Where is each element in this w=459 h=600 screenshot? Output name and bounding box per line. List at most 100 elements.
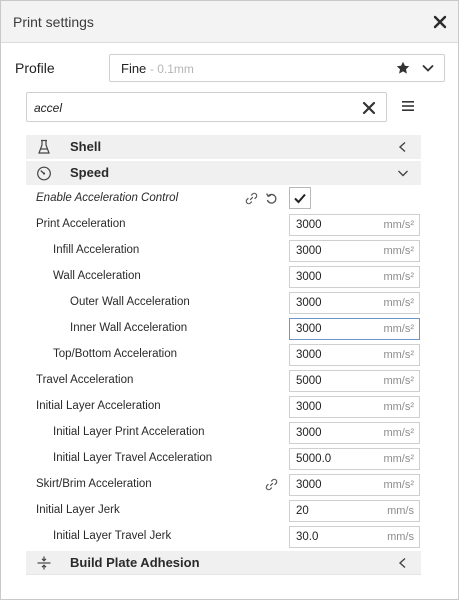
setting-label: Wall Acceleration [53, 270, 141, 282]
setting-label: Print Acceleration [36, 218, 126, 230]
field-unit: mm/s² [383, 453, 414, 465]
initial-layer-acceleration-input[interactable]: 3000 mm/s² [289, 396, 420, 418]
speed-icon [37, 166, 51, 181]
print-settings-panel: Print settings Profile Fine - 0.1mm acce… [0, 0, 459, 600]
setting-outer-wall-acceleration: Outer Wall Acceleration 3000 mm/s² [26, 290, 421, 316]
field-value: 3000 [296, 427, 322, 439]
setting-label: Outer Wall Acceleration [70, 296, 190, 308]
field-unit: mm/s² [383, 297, 414, 309]
category-shell-label: Shell [70, 139, 102, 154]
shell-icon [38, 139, 50, 154]
setting-label: Inner Wall Acceleration [70, 322, 188, 334]
field-value: 3000 [296, 219, 322, 231]
enable-acceleration-checkbox[interactable] [289, 187, 311, 209]
setting-label: Initial Layer Print Acceleration [53, 426, 205, 438]
skirt-brim-acceleration-input[interactable]: 3000 mm/s² [289, 474, 420, 496]
field-value: 3000 [296, 401, 322, 413]
category-build-plate-adhesion-label: Build Plate Adhesion [70, 555, 200, 570]
star-icon[interactable] [396, 61, 410, 75]
field-unit: mm/s [387, 505, 414, 517]
profile-name: Fine [121, 61, 147, 76]
setting-initial-layer-acceleration: Initial Layer Acceleration 3000 mm/s² [26, 394, 421, 420]
field-value: 3000 [296, 349, 322, 361]
setting-infill-acceleration: Infill Acceleration 3000 mm/s² [26, 238, 421, 264]
initial-layer-print-acceleration-input[interactable]: 3000 mm/s² [289, 422, 420, 444]
field-unit: mm/s² [383, 245, 414, 257]
field-unit: mm/s² [383, 323, 414, 335]
top-bottom-acceleration-input[interactable]: 3000 mm/s² [289, 344, 420, 366]
setting-label: Initial Layer Acceleration [36, 400, 161, 412]
field-unit: mm/s [387, 531, 414, 543]
profile-value: Fine - 0.1mm [121, 61, 194, 76]
chevron-down-icon[interactable] [397, 167, 409, 179]
search-input[interactable]: accel [26, 92, 387, 122]
outer-wall-acceleration-input[interactable]: 3000 mm/s² [289, 292, 420, 314]
field-value: 3000 [296, 323, 322, 335]
wall-acceleration-input[interactable]: 3000 mm/s² [289, 266, 420, 288]
setting-enable-acceleration-control: Enable Acceleration Control [26, 186, 421, 212]
setting-initial-layer-travel-jerk: Initial Layer Travel Jerk 30.0 mm/s [26, 524, 421, 550]
setting-label: Skirt/Brim Acceleration [36, 478, 152, 490]
divider [26, 574, 421, 575]
field-unit: mm/s² [383, 479, 414, 491]
initial-layer-jerk-input[interactable]: 20 mm/s [289, 500, 420, 522]
setting-wall-acceleration: Wall Acceleration 3000 mm/s² [26, 264, 421, 290]
field-value: 3000 [296, 479, 322, 491]
field-unit: mm/s² [383, 375, 414, 387]
reset-icon[interactable] [265, 192, 278, 205]
category-speed[interactable]: Speed [26, 161, 421, 185]
title-bar: Print settings [1, 1, 458, 43]
close-icon[interactable] [431, 13, 449, 31]
setting-initial-layer-jerk: Initial Layer Jerk 20 mm/s [26, 498, 421, 524]
field-value: 5000 [296, 375, 322, 387]
category-shell[interactable]: Shell [26, 135, 421, 159]
category-speed-label: Speed [70, 165, 110, 180]
field-unit: mm/s² [383, 401, 414, 413]
profile-label: Profile [15, 60, 55, 76]
inner-wall-acceleration-input[interactable]: 3000 mm/s² [289, 318, 420, 340]
chevron-left-icon[interactable] [397, 557, 409, 569]
setting-label: Initial Layer Jerk [36, 504, 120, 516]
panel-title: Print settings [13, 14, 94, 30]
chevron-left-icon[interactable] [397, 141, 409, 153]
chevron-down-icon[interactable] [422, 63, 434, 73]
field-unit: mm/s² [383, 427, 414, 439]
field-value: 3000 [296, 271, 322, 283]
field-value: 20 [296, 505, 309, 517]
field-value: 5000.0 [296, 453, 332, 465]
search-value: accel [34, 101, 63, 115]
setting-print-acceleration: Print Acceleration 3000 mm/s² [26, 212, 421, 238]
profile-dropdown[interactable]: Fine - 0.1mm [109, 54, 445, 82]
field-unit: mm/s² [383, 271, 414, 283]
infill-acceleration-input[interactable]: 3000 mm/s² [289, 240, 420, 262]
setting-label: Enable Acceleration Control [36, 192, 179, 204]
field-value: 3000 [296, 245, 322, 257]
category-build-plate-adhesion[interactable]: Build Plate Adhesion [26, 551, 421, 575]
setting-label: Infill Acceleration [53, 244, 140, 256]
link-icon[interactable] [245, 192, 258, 205]
field-unit: mm/s² [383, 219, 414, 231]
profile-layer-height: - 0.1mm [149, 62, 194, 76]
setting-label: Travel Acceleration [36, 374, 134, 386]
clear-search-icon[interactable] [362, 101, 376, 115]
setting-initial-layer-print-acceleration: Initial Layer Print Acceleration 3000 mm… [26, 420, 421, 446]
setting-skirt-brim-acceleration: Skirt/Brim Acceleration 3000 mm/s² [26, 472, 421, 498]
setting-initial-layer-travel-acceleration: Initial Layer Travel Acceleration 5000.0… [26, 446, 421, 472]
setting-label: Top/Bottom Acceleration [53, 348, 178, 360]
settings-menu-icon[interactable] [401, 100, 415, 112]
travel-acceleration-input[interactable]: 5000 mm/s² [289, 370, 420, 392]
field-unit: mm/s² [383, 349, 414, 361]
field-value: 3000 [296, 297, 322, 309]
setting-label: Initial Layer Travel Acceleration [53, 452, 213, 464]
checkmark-icon [294, 193, 306, 204]
print-acceleration-input[interactable]: 3000 mm/s² [289, 214, 420, 236]
adhesion-icon [37, 556, 51, 570]
setting-travel-acceleration: Travel Acceleration 5000 mm/s² [26, 368, 421, 394]
setting-top-bottom-acceleration: Top/Bottom Acceleration 3000 mm/s² [26, 342, 421, 368]
setting-inner-wall-acceleration: Inner Wall Acceleration 3000 mm/s² [26, 316, 421, 342]
initial-layer-travel-jerk-input[interactable]: 30.0 mm/s [289, 526, 420, 548]
initial-layer-travel-acceleration-input[interactable]: 5000.0 mm/s² [289, 448, 420, 470]
link-icon[interactable] [265, 478, 278, 491]
setting-label: Initial Layer Travel Jerk [53, 530, 172, 542]
field-value: 30.0 [296, 531, 319, 543]
